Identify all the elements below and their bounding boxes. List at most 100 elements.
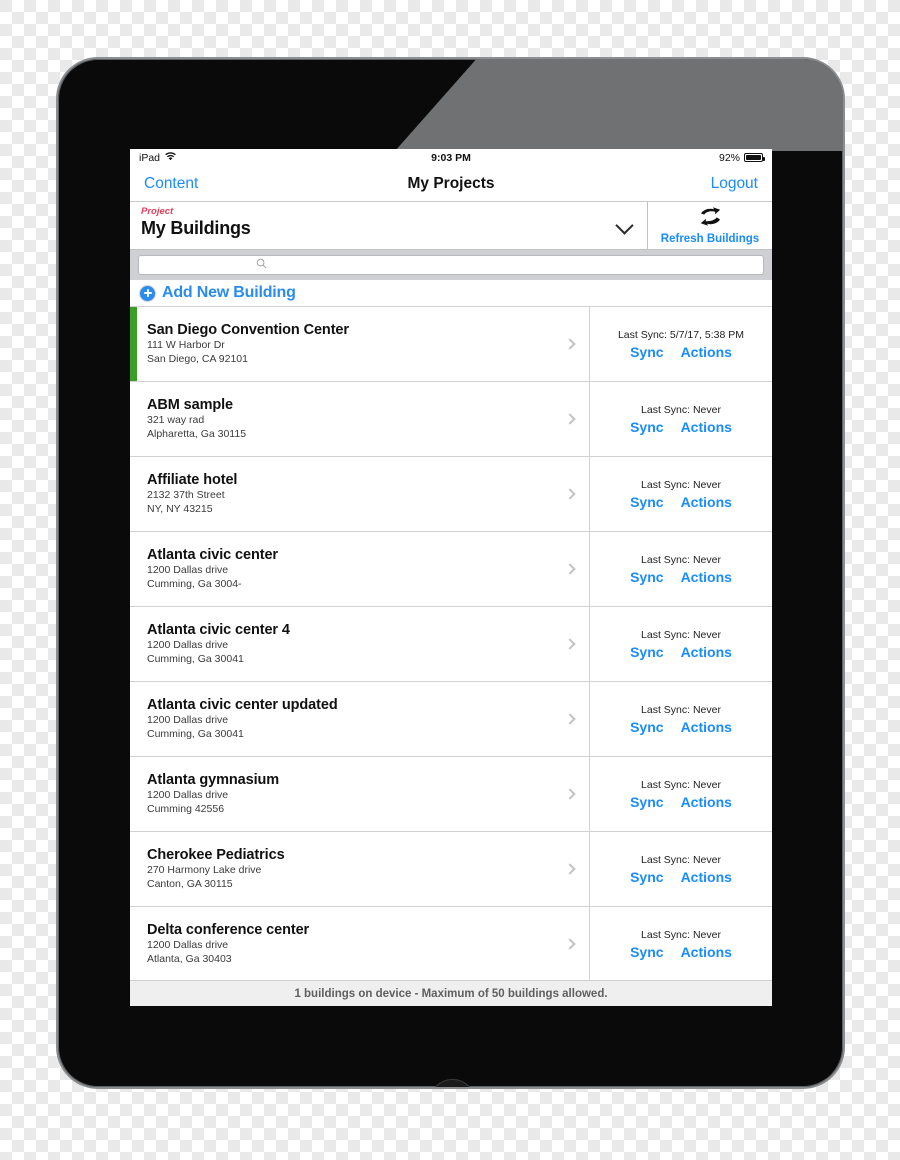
table-row[interactable]: Delta conference center 1200 Dallas drive… [130, 907, 772, 982]
building-detail-button[interactable]: Atlanta civic center 4 1200 Dallas drive C… [137, 607, 590, 681]
home-button[interactable] [429, 1079, 476, 1087]
chevron-right-icon[interactable] [564, 638, 576, 650]
building-actions: Last Sync: Never Sync Actions [590, 832, 772, 906]
sync-button[interactable]: Sync [630, 419, 663, 435]
building-street: 1200 Dallas drive [147, 788, 229, 801]
project-dropdown[interactable]: Project My Buildings [130, 202, 648, 249]
building-detail-button[interactable]: Atlanta civic center updated 1200 Dallas … [137, 682, 590, 756]
footer-status-text: 1 buildings on device - Maximum of 50 bu… [294, 987, 608, 1000]
actions-button[interactable]: Actions [681, 794, 732, 810]
add-new-building-label: Add New Building [162, 284, 296, 301]
sync-button[interactable]: Sync [630, 719, 663, 735]
building-street: 1200 Dallas drive [147, 713, 229, 726]
building-info: Affiliate hotel 2132 37th Street NY, NY 43… [147, 472, 237, 517]
building-street: 111 W Harbor Dr [147, 338, 225, 351]
sync-status-accent [130, 307, 137, 381]
actions-button[interactable]: Actions [681, 719, 732, 735]
sync-button[interactable]: Sync [630, 344, 663, 360]
table-row[interactable]: ABM sample 321 way rad Alpharetta, Ga 3011… [130, 382, 772, 457]
building-name: Affiliate hotel [147, 471, 238, 488]
clock-label: 9:03 PM [431, 151, 471, 164]
buildings-list: San Diego Convention Center 111 W Harbor … [130, 307, 772, 982]
row-links: Sync Actions [630, 869, 732, 885]
building-actions: Last Sync: Never Sync Actions [590, 682, 772, 756]
building-info: Atlanta gymnasium 1200 Dallas drive Cummin… [147, 772, 279, 817]
last-sync-label: Last Sync: Never [641, 628, 721, 641]
sync-status-accent [130, 832, 137, 906]
row-links: Sync Actions [630, 944, 732, 960]
sync-button[interactable]: Sync [630, 644, 663, 660]
table-row[interactable]: Atlanta civic center 4 1200 Dallas drive C… [130, 607, 772, 682]
building-detail-button[interactable]: ABM sample 321 way rad Alpharetta, Ga 3011… [137, 382, 590, 456]
battery-full-icon [744, 153, 765, 162]
building-name: Delta conference center [147, 921, 310, 938]
sync-button[interactable]: Sync [630, 494, 663, 510]
search-input[interactable] [271, 259, 646, 271]
last-sync-label: Last Sync: Never [641, 703, 721, 716]
table-row[interactable]: Affiliate hotel 2132 37th Street NY, NY 43… [130, 457, 772, 532]
page-title: My Projects [407, 174, 495, 192]
building-detail-button[interactable]: Atlanta gymnasium 1200 Dallas drive Cummin… [137, 757, 590, 831]
building-street: 1200 Dallas drive [147, 938, 229, 951]
row-links: Sync Actions [630, 644, 732, 660]
building-detail-button[interactable]: San Diego Convention Center 111 W Harbor … [137, 307, 590, 381]
chevron-right-icon[interactable] [564, 863, 576, 875]
building-info: Delta conference center 1200 Dallas drive… [147, 922, 309, 967]
sync-status-accent [130, 682, 137, 756]
status-bar-right: 92% [719, 152, 765, 164]
chevron-right-icon[interactable] [564, 713, 576, 725]
building-street: 1200 Dallas drive [147, 638, 229, 651]
row-links: Sync Actions [630, 569, 732, 585]
building-actions: Last Sync: Never Sync Actions [590, 907, 772, 981]
building-detail-button[interactable]: Cherokee Pediatrics 270 Harmony Lake driv… [137, 832, 590, 906]
sync-button[interactable]: Sync [630, 794, 663, 810]
add-new-building-button[interactable]: Add New Building [130, 280, 772, 307]
logout-button[interactable]: Logout [711, 175, 758, 193]
search-box[interactable] [138, 255, 764, 275]
actions-button[interactable]: Actions [681, 569, 732, 585]
building-detail-button[interactable]: Affiliate hotel 2132 37th Street NY, NY 43… [137, 457, 590, 531]
chevron-right-icon[interactable] [564, 413, 576, 425]
building-actions: Last Sync: Never Sync Actions [590, 757, 772, 831]
sync-button[interactable]: Sync [630, 569, 663, 585]
actions-button[interactable]: Actions [681, 944, 732, 960]
building-citystate: Cumming, Ga 30041 [147, 653, 244, 665]
actions-button[interactable]: Actions [681, 644, 732, 660]
table-row[interactable]: Cherokee Pediatrics 270 Harmony Lake driv… [130, 832, 772, 907]
sync-button[interactable]: Sync [630, 944, 663, 960]
table-row[interactable]: Atlanta civic center updated 1200 Dallas … [130, 682, 772, 757]
project-selected-value: My Buildings [141, 218, 251, 238]
refresh-buildings-button[interactable]: Refresh Buildings [648, 202, 772, 249]
actions-button[interactable]: Actions [681, 494, 732, 510]
building-actions: Last Sync: Never Sync Actions [590, 382, 772, 456]
building-detail-button[interactable]: Atlanta civic center 1200 Dallas drive Cum… [137, 532, 590, 606]
sync-status-accent [130, 382, 137, 456]
sync-button[interactable]: Sync [630, 869, 663, 885]
project-label: Project [141, 206, 174, 217]
row-links: Sync Actions [630, 419, 732, 435]
building-citystate: San Diego, CA 92101 [147, 353, 248, 365]
building-info: ABM sample 321 way rad Alpharetta, Ga 3011… [147, 397, 246, 442]
building-name: Atlanta civic center 4 [147, 621, 290, 638]
actions-button[interactable]: Actions [681, 419, 732, 435]
table-row[interactable]: San Diego Convention Center 111 W Harbor … [130, 307, 772, 382]
building-street: 270 Harmony Lake drive [147, 863, 262, 876]
building-citystate: NY, NY 43215 [147, 503, 213, 515]
chevron-right-icon[interactable] [564, 488, 576, 500]
last-sync-label: Last Sync: Never [641, 478, 721, 491]
chevron-right-icon[interactable] [564, 563, 576, 575]
chevron-right-icon[interactable] [564, 788, 576, 800]
chevron-right-icon[interactable] [564, 338, 576, 350]
building-citystate: Cumming, Ga 3004- [147, 578, 242, 590]
building-info: Atlanta civic center 1200 Dallas drive Cum… [147, 547, 278, 592]
table-row[interactable]: Atlanta civic center 1200 Dallas drive Cum… [130, 532, 772, 607]
building-name: ABM sample [147, 396, 234, 413]
actions-button[interactable]: Actions [681, 869, 732, 885]
bezel-glare [395, 59, 843, 151]
sync-status-accent [130, 532, 137, 606]
actions-button[interactable]: Actions [681, 344, 732, 360]
building-detail-button[interactable]: Delta conference center 1200 Dallas drive… [137, 907, 590, 981]
chevron-right-icon[interactable] [564, 938, 576, 950]
table-row[interactable]: Atlanta gymnasium 1200 Dallas drive Cummin… [130, 757, 772, 832]
sync-status-accent [130, 457, 137, 531]
